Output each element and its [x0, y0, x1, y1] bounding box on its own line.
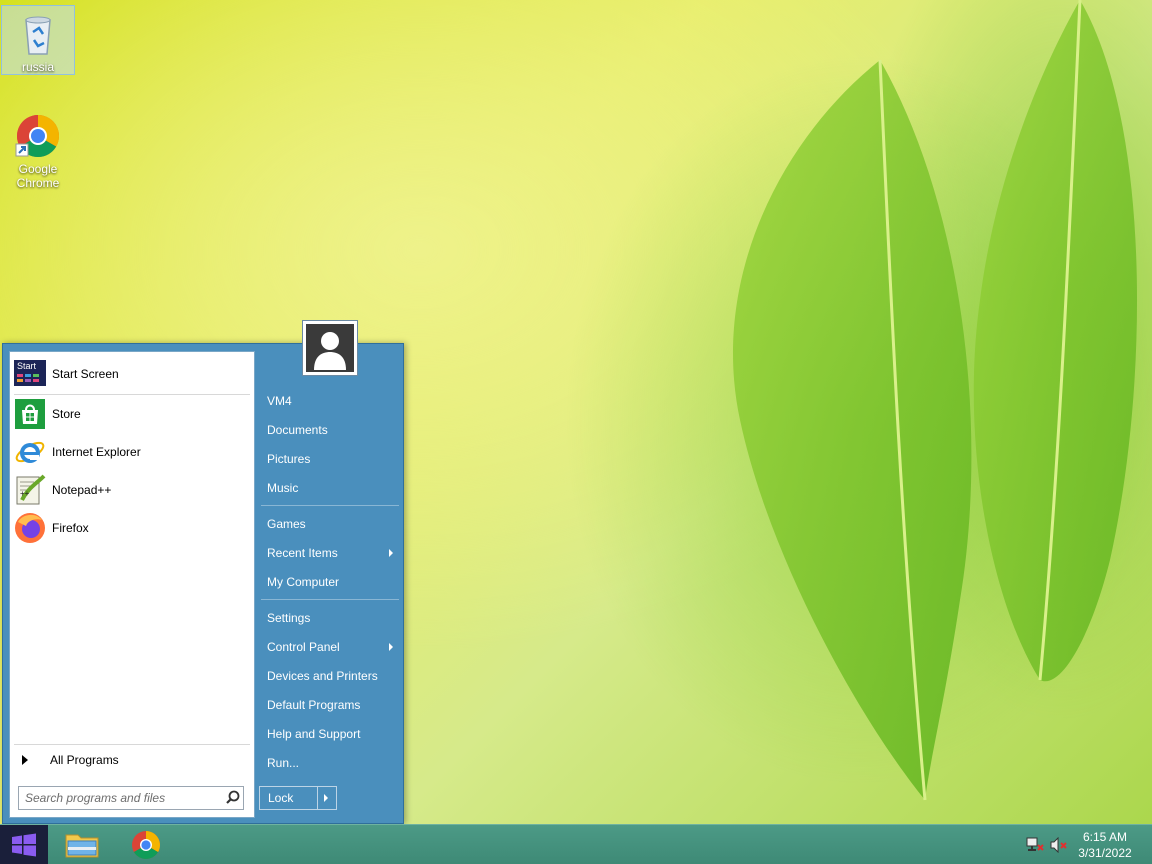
right-item-help-and-support[interactable]: Help and Support: [261, 721, 399, 747]
right-item-label: Music: [267, 481, 299, 495]
right-item-label: Settings: [267, 611, 311, 625]
search-box: [18, 786, 244, 810]
clock-date: 3/31/2022: [1078, 846, 1132, 860]
search-icon[interactable]: [223, 788, 243, 808]
start-menu: Start Start Screen Store Internet Explor…: [2, 320, 404, 824]
desktop-icon-label: Google Chrome: [16, 162, 60, 190]
divider: [261, 505, 399, 506]
desktop-icon-recycle-bin[interactable]: russia: [1, 5, 75, 75]
pinned-label: Internet Explorer: [52, 445, 141, 459]
right-item-pictures[interactable]: Pictures: [261, 446, 399, 472]
right-item-label: Help and Support: [267, 727, 361, 741]
internet-explorer-icon: [14, 436, 46, 468]
volume-muted-icon[interactable]: [1050, 836, 1068, 854]
start-button[interactable]: [0, 825, 48, 864]
svg-text:++: ++: [20, 489, 30, 498]
right-item-label: Recent Items: [267, 546, 338, 560]
user-icon: [306, 324, 354, 372]
divider: [14, 394, 250, 395]
pinned-label: Firefox: [52, 521, 89, 535]
taskbar-file-explorer[interactable]: [54, 827, 110, 863]
right-item-label: Default Programs: [267, 698, 361, 712]
right-item-run[interactable]: Run...: [261, 750, 399, 776]
triangle-right-icon: [22, 755, 28, 765]
windows-logo-icon: [12, 833, 36, 857]
right-item-my-computer[interactable]: My Computer: [261, 569, 399, 595]
right-item-control-panel[interactable]: Control Panel: [261, 634, 399, 660]
right-item-vm4[interactable]: VM4: [261, 388, 399, 414]
lock-button-group: Lock: [259, 786, 337, 810]
pinned-label: Store: [52, 407, 81, 421]
firefox-icon: [14, 512, 46, 544]
right-item-label: My Computer: [267, 575, 340, 589]
right-item-label: Run...: [267, 756, 300, 770]
right-item-default-programs[interactable]: Default Programs: [261, 692, 399, 718]
right-item-recent-items[interactable]: Recent Items: [261, 540, 399, 566]
desktop-icon-label: russia: [21, 60, 54, 74]
recycle-bin-icon: [14, 10, 62, 58]
user-avatar[interactable]: [302, 320, 358, 376]
pinned-label: Start Screen: [52, 367, 119, 381]
right-item-label: Control Panel: [267, 640, 340, 654]
taskbar: 6:15 AM 3/31/2022: [0, 824, 1152, 864]
chevron-right-icon: [389, 643, 393, 651]
start-screen-icon: Start: [14, 358, 46, 390]
divider: [14, 744, 250, 745]
network-icon[interactable]: [1026, 837, 1044, 853]
right-item-documents[interactable]: Documents: [261, 417, 399, 443]
start-menu-programs-pane: Start Start Screen Store Internet Explor…: [9, 351, 255, 818]
start-screen-icon-text: Start: [17, 361, 37, 371]
power-options-button[interactable]: [318, 787, 336, 809]
lock-label: Lock: [268, 791, 294, 805]
lock-button[interactable]: Lock: [260, 787, 318, 809]
desktop-icon-google-chrome[interactable]: Google Chrome: [1, 108, 75, 190]
all-programs-label: All Programs: [50, 753, 119, 767]
notepadpp-icon: ++: [14, 474, 46, 506]
pinned-firefox[interactable]: Firefox: [14, 510, 250, 546]
pinned-notepadpp[interactable]: ++ Notepad++: [14, 472, 250, 508]
store-icon: [14, 398, 46, 430]
chrome-icon: [14, 112, 62, 160]
pinned-label: Notepad++: [52, 483, 112, 497]
right-item-music[interactable]: Music: [261, 475, 399, 501]
right-item-label: VM4: [267, 394, 292, 408]
chevron-right-icon: [389, 549, 393, 557]
right-item-games[interactable]: Games: [261, 511, 399, 537]
pinned-internet-explorer[interactable]: Internet Explorer: [14, 434, 250, 470]
clock-time: 6:15 AM: [1082, 830, 1128, 844]
divider: [261, 599, 399, 600]
taskbar-chrome[interactable]: [118, 827, 174, 863]
pinned-store[interactable]: Store: [14, 396, 250, 432]
right-item-label: Pictures: [267, 452, 311, 466]
right-item-devices-and-printers[interactable]: Devices and Printers: [261, 663, 399, 689]
right-item-label: Devices and Printers: [267, 669, 378, 683]
search-input[interactable]: [19, 788, 223, 808]
taskbar-clock[interactable]: 6:15 AM 3/31/2022: [1070, 829, 1140, 861]
chevron-right-icon: [324, 794, 328, 802]
chrome-icon: [132, 831, 160, 859]
right-item-settings[interactable]: Settings: [261, 605, 399, 631]
right-item-label: Games: [267, 517, 306, 531]
file-explorer-icon: [65, 834, 99, 858]
pinned-start-screen[interactable]: Start Start Screen: [14, 356, 250, 392]
all-programs-button[interactable]: All Programs: [14, 748, 250, 772]
right-item-label: Documents: [267, 423, 328, 437]
